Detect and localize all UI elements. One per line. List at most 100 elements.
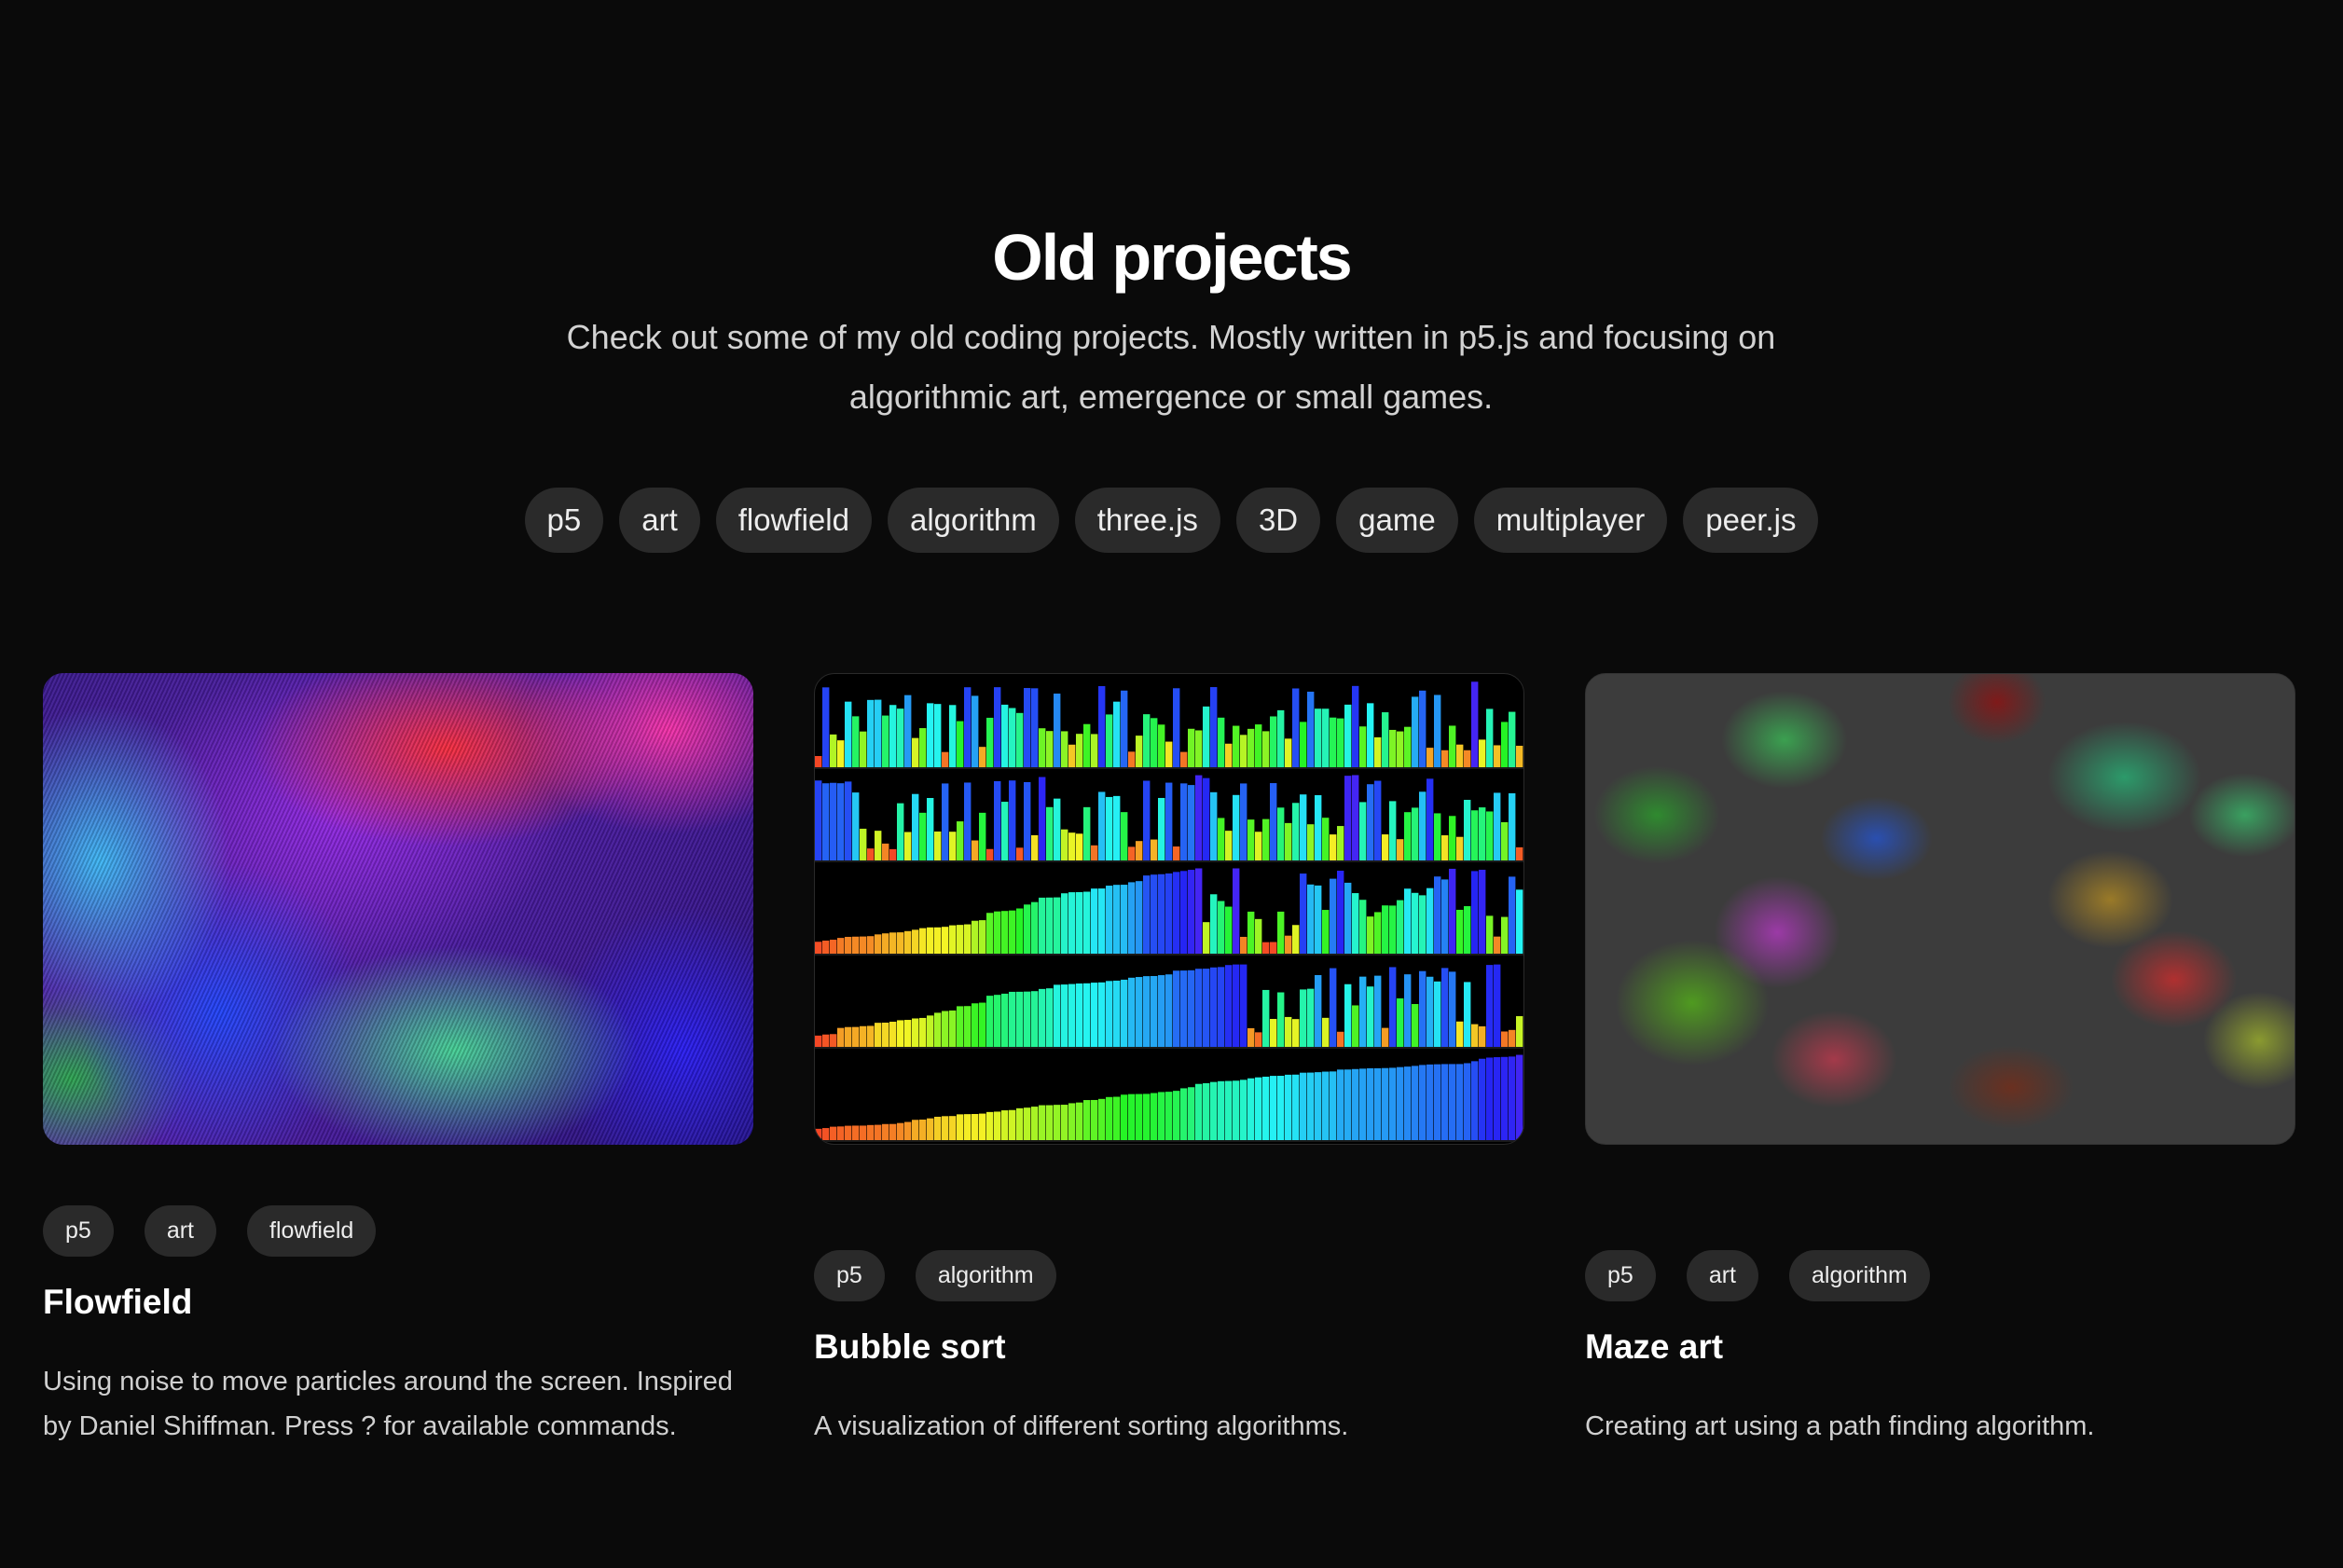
sort-bar [994,687,1001,767]
project-tag[interactable]: algorithm [1789,1250,1930,1301]
sort-bar [934,704,942,767]
sort-bar [1031,834,1039,860]
sort-bar [1173,688,1180,767]
project-card-bubble-sort[interactable]: p5 algorithm Bubble sort A visualization… [814,673,1524,1449]
sort-bar [1419,791,1426,860]
sort-bar [1210,791,1218,860]
sort-bar [1352,685,1359,767]
sort-bar [1501,916,1509,954]
sort-bar [1352,1005,1359,1047]
sort-bar [1412,807,1419,860]
sort-bar [1262,989,1270,1047]
project-tag[interactable]: art [144,1205,216,1257]
sort-bar [957,721,964,767]
sort-bar [1494,1057,1501,1140]
project-title[interactable]: Maze art [1585,1326,2295,1369]
sort-bar [964,1114,972,1140]
sort-bar [1016,1107,1024,1140]
sorting-visualization-thumbnail[interactable] [814,673,1524,1145]
sort-bar [1188,728,1195,767]
sort-bar [1165,974,1173,1047]
sort-bar [1300,873,1307,954]
sort-bar [904,930,912,954]
sort-bar [845,1026,852,1047]
sort-bar [949,705,957,767]
sort-bar [1158,724,1165,767]
sort-bar [1031,991,1039,1047]
sort-bar [1255,832,1262,860]
project-card-maze-art[interactable]: p5 art algorithm Maze art Creating art u… [1585,673,2295,1449]
sort-bar [1307,824,1315,860]
sort-bar [867,699,875,767]
project-title[interactable]: Flowfield [43,1281,753,1324]
sort-bar [1128,1093,1136,1140]
project-tag[interactable]: flowfield [247,1205,377,1257]
project-title[interactable]: Bubble sort [814,1326,1524,1369]
project-tag[interactable]: p5 [814,1250,885,1301]
sort-bar [852,792,860,860]
filter-tag-art[interactable]: art [619,488,700,553]
project-card-flowfield[interactable]: p5 art flowfield Flowfield Using noise t… [43,673,753,1449]
flowfield-thumbnail[interactable] [43,673,753,1145]
sort-bar [822,1128,830,1140]
sort-bar [1344,776,1352,860]
sort-bar [919,728,927,767]
sort-bar [1494,964,1501,1047]
filter-tag-game[interactable]: game [1336,488,1458,553]
filter-tag-multiplayer[interactable]: multiplayer [1473,488,1668,553]
filter-tag-algorithm[interactable]: algorithm [887,488,1059,553]
sort-bar [1367,784,1374,860]
sort-bar [1106,981,1113,1047]
sort-bar [1158,873,1165,954]
project-tag[interactable]: p5 [1585,1250,1656,1301]
sort-bar [934,1012,942,1047]
sort-bar [1456,909,1464,954]
sort-bar [1158,1092,1165,1140]
sort-bar [1277,709,1285,767]
sort-bar [1419,1065,1426,1140]
sort-bar [852,1026,860,1047]
sort-bar [972,840,979,860]
sort-bar [889,1022,897,1047]
sort-bar [1031,688,1039,767]
sort-bar [1024,991,1031,1047]
filter-tag-flowfield[interactable]: flowfield [715,488,872,553]
sort-bar [1456,1064,1464,1140]
sort-bar [1307,884,1315,954]
sort-bar [1426,748,1434,767]
maze-art-thumbnail[interactable] [1585,673,2295,1145]
sort-bar [1188,1087,1195,1140]
project-tag[interactable]: p5 [43,1205,114,1257]
sort-bar [1165,741,1173,767]
sort-bar [1031,1107,1039,1140]
filter-tag-threejs[interactable]: three.js [1074,488,1220,553]
project-tag[interactable]: art [1686,1250,1758,1301]
sort-bar [1382,834,1389,860]
sort-bar [949,925,957,954]
sort-bar [1106,796,1113,860]
filter-tag-p5[interactable]: p5 [524,488,604,553]
sort-bar [882,933,889,954]
sort-bar [1322,910,1330,954]
sort-bar [919,928,927,954]
sort-bar [1344,704,1352,767]
project-tag[interactable]: algorithm [915,1250,1056,1301]
sort-bar [875,1124,882,1140]
sort-bar [815,780,822,860]
sort-bar [972,695,979,767]
sort-bar [837,1126,845,1140]
sort-bar [1382,1027,1389,1047]
sort-bar [1128,846,1136,860]
sort-bar [979,812,986,860]
sort-bar [1404,812,1412,860]
sort-bar [1516,1016,1523,1047]
sort-bar [994,780,1001,860]
sort-bar [1180,871,1188,954]
sort-bar [1270,716,1277,767]
filter-tag-peerjs[interactable]: peer.js [1683,488,1819,553]
sort-bar [1367,986,1374,1047]
sort-bar [1359,802,1367,860]
sort-bar [1083,723,1091,767]
filter-tag-3d[interactable]: 3D [1235,488,1321,553]
sort-bar [1449,1064,1456,1140]
